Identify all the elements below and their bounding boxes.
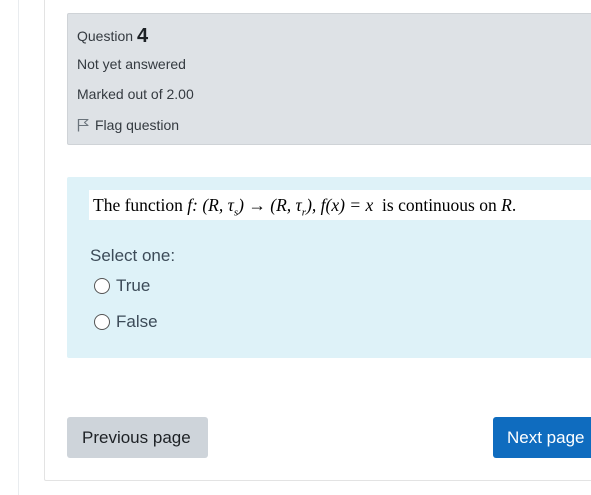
option-false[interactable]: False: [94, 312, 158, 332]
question-text-tail: is continuous on: [373, 195, 502, 215]
flag-question-link[interactable]: Flag question: [77, 117, 179, 133]
next-page-button[interactable]: Next page: [493, 417, 591, 458]
question-state: Not yet answered: [77, 56, 186, 72]
question-text-lead: The function: [93, 195, 188, 215]
question-text-end: .: [511, 195, 517, 215]
flag-icon: [77, 118, 89, 132]
flag-question-label: Flag question: [95, 117, 180, 133]
option-true[interactable]: True: [94, 276, 150, 296]
left-border-line: [18, 0, 19, 495]
select-one-label: Select one:: [90, 246, 176, 265]
question-content-box: The function f: (R, τs) → (R, τr), f(x) …: [67, 177, 591, 358]
question-text: The function f: (R, τs) → (R, τr), f(x) …: [89, 190, 591, 220]
radio-false[interactable]: [94, 314, 110, 330]
radio-true[interactable]: [94, 278, 110, 294]
previous-page-button[interactable]: Previous page: [67, 417, 208, 458]
question-title: Question 4: [77, 24, 148, 47]
option-true-label: True: [116, 276, 151, 295]
question-math-1: f: (R, τ: [187, 195, 234, 215]
question-text-R: R: [501, 195, 512, 215]
question-info-box: Question 4 Not yet answered Marked out of…: [67, 13, 591, 145]
question-math-3: ), f(x) = x: [306, 195, 374, 215]
question-grade: Marked out of 2.00: [77, 86, 194, 102]
option-false-label: False: [116, 312, 158, 331]
question-number: 4: [137, 25, 149, 47]
question-title-prefix: Question: [77, 28, 134, 44]
question-math-2: ) → (R, τ: [238, 195, 302, 215]
